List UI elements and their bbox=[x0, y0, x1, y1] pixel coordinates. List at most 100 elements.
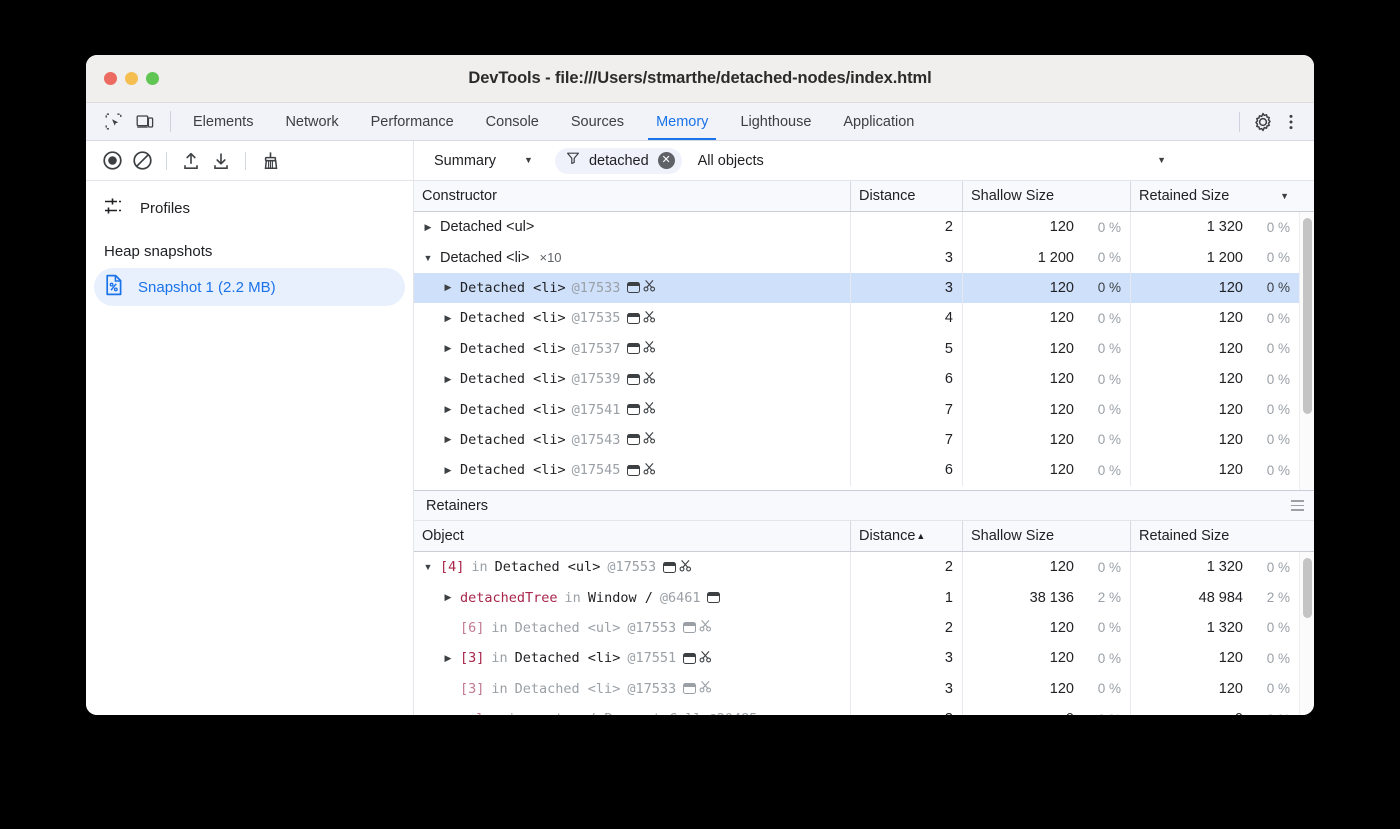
object-id: @17553 bbox=[607, 559, 656, 575]
column-header-constructor[interactable]: Constructor bbox=[414, 181, 851, 211]
maximize-window-button[interactable] bbox=[146, 72, 159, 85]
table-row[interactable]: ▶valueinsystem / PropertyCell@20485300 %… bbox=[414, 704, 1299, 715]
shallow-size-percent: 0 % bbox=[1074, 712, 1130, 715]
table-row[interactable]: ▶Detached <li>@1754561200 %1200 % bbox=[414, 455, 1299, 485]
filter-chip[interactable]: detached ✕ bbox=[555, 148, 682, 174]
object-id: @17545 bbox=[572, 462, 621, 478]
sidebar-item-profiles[interactable]: Profiles bbox=[86, 191, 413, 225]
view-select[interactable]: Summary ▼ bbox=[426, 148, 541, 174]
column-header-shallow-size[interactable]: Shallow Size bbox=[963, 181, 1131, 211]
upload-icon[interactable] bbox=[177, 147, 205, 175]
tab-sources[interactable]: Sources bbox=[555, 103, 640, 140]
tab-network[interactable]: Network bbox=[269, 103, 354, 140]
column-header-distance[interactable]: Distance ▲ bbox=[851, 521, 963, 551]
retainer-property: [6] bbox=[460, 620, 484, 636]
panel-tabs: Elements Network Performance Console Sou… bbox=[177, 103, 1231, 140]
minimize-window-button[interactable] bbox=[125, 72, 138, 85]
object-id: @17539 bbox=[572, 371, 621, 387]
clear-icon[interactable] bbox=[128, 147, 156, 175]
shallow-size-percent: 0 % bbox=[1074, 432, 1130, 447]
retained-size-value: 1 200 bbox=[1139, 250, 1243, 266]
table-row[interactable]: ▼[4]inDetached <ul>@1755321200 %1 3200 % bbox=[414, 552, 1299, 582]
distance-value: 3 bbox=[945, 650, 953, 666]
close-window-button[interactable] bbox=[104, 72, 117, 85]
table-row[interactable]: ▶Detached <li>@1754171200 %1200 % bbox=[414, 394, 1299, 424]
column-header-retained-size[interactable]: Retained Size bbox=[1131, 521, 1299, 551]
expand-triangle-icon[interactable]: ▶ bbox=[440, 434, 456, 445]
table-row[interactable]: ▶Detached <li>@1753331200 %1200 % bbox=[414, 273, 1299, 303]
table-row[interactable]: ▶Detached <li>@1754371200 %1200 % bbox=[414, 425, 1299, 455]
constructors-rows: ▶Detached <ul>21200 %1 3200 %▼Detached <… bbox=[414, 212, 1299, 490]
table-row[interactable]: ▶Detached <ul>21200 %1 3200 % bbox=[414, 212, 1299, 242]
column-header-distance[interactable]: Distance bbox=[851, 181, 963, 211]
cell-constructor: ▼Detached <li>×10 bbox=[414, 242, 851, 272]
sidebar-item-label: Profiles bbox=[140, 200, 190, 217]
table-row[interactable]: ▶detachedTreeinWindow /@6461138 1362 %48… bbox=[414, 582, 1299, 612]
devtools-window: DevTools - file:///Users/stmarthe/detach… bbox=[86, 55, 1314, 715]
expand-triangle-icon[interactable]: ▶ bbox=[440, 404, 456, 415]
retainer-class: Detached <ul> bbox=[495, 559, 601, 575]
column-header-retained-size[interactable]: Retained Size ▼ bbox=[1131, 181, 1299, 211]
expand-triangle-icon[interactable]: ▶ bbox=[440, 714, 456, 715]
expand-triangle-icon[interactable]: ▶ bbox=[440, 653, 456, 664]
tab-application[interactable]: Application bbox=[827, 103, 930, 140]
expand-triangle-icon[interactable]: ▶ bbox=[440, 374, 456, 385]
clear-filter-icon[interactable]: ✕ bbox=[658, 152, 675, 169]
expand-triangle-icon[interactable]: ▶ bbox=[440, 282, 456, 293]
cell-constructor: ▶Detached <li>@17543 bbox=[414, 425, 851, 455]
sidebar-item-snapshot-1[interactable]: Snapshot 1 (2.2 MB) bbox=[94, 268, 405, 306]
shallow-size-value: 38 136 bbox=[970, 590, 1074, 606]
gear-icon[interactable] bbox=[1250, 109, 1276, 135]
object-id: @17537 bbox=[572, 341, 621, 357]
hamburger-menu-icon[interactable] bbox=[1291, 500, 1304, 511]
shallow-size-percent: 0 % bbox=[1074, 681, 1130, 696]
retained-size-value: 0 bbox=[1139, 711, 1243, 715]
inspect-element-icon[interactable] bbox=[100, 109, 126, 135]
cell-constructor: ▶Detached <ul> bbox=[414, 212, 851, 242]
shallow-size-percent: 0 % bbox=[1074, 620, 1130, 635]
tab-memory[interactable]: Memory bbox=[640, 103, 724, 140]
expand-triangle-icon[interactable]: ▼ bbox=[420, 562, 436, 572]
retainers-scrollbar[interactable] bbox=[1299, 552, 1314, 715]
collect-garbage-broom-icon[interactable] bbox=[256, 147, 284, 175]
retainer-property: [3] bbox=[460, 681, 484, 697]
header-scroll-spacer bbox=[1299, 181, 1314, 211]
distance-value: 6 bbox=[945, 371, 953, 387]
tab-performance[interactable]: Performance bbox=[355, 103, 470, 140]
device-toolbar-icon[interactable] bbox=[132, 109, 158, 135]
shallow-size-value: 120 bbox=[970, 402, 1074, 418]
retainers-title-bar: Retainers bbox=[414, 491, 1314, 521]
column-header-object[interactable]: Object bbox=[414, 521, 851, 551]
filter-value: detached bbox=[589, 153, 649, 169]
scrollbar-thumb[interactable] bbox=[1303, 558, 1312, 618]
table-row[interactable]: ▶Detached <li>@1753751200 %1200 % bbox=[414, 334, 1299, 364]
table-row[interactable]: ▶Detached <li>@1753541200 %1200 % bbox=[414, 303, 1299, 333]
expand-triangle-icon[interactable]: ▶ bbox=[420, 222, 436, 233]
tab-console[interactable]: Console bbox=[470, 103, 555, 140]
window-traffic-lights bbox=[86, 72, 159, 85]
expand-triangle-icon[interactable]: ▼ bbox=[420, 253, 436, 263]
objects-select[interactable]: All objects ▼ bbox=[698, 153, 1314, 169]
shallow-size-percent: 0 % bbox=[1074, 651, 1130, 666]
expand-triangle-icon[interactable]: ▶ bbox=[440, 313, 456, 324]
constructors-scrollbar[interactable] bbox=[1299, 212, 1314, 490]
shallow-size-percent: 0 % bbox=[1074, 280, 1130, 295]
scrollbar-thumb[interactable] bbox=[1303, 218, 1312, 414]
tab-lighthouse[interactable]: Lighthouse bbox=[724, 103, 827, 140]
table-row[interactable]: ▶[6]inDetached <ul>@1755321200 %1 3200 % bbox=[414, 613, 1299, 643]
expand-triangle-icon[interactable]: ▶ bbox=[440, 465, 456, 476]
table-row[interactable]: ▶[3]inDetached <li>@1755131200 %1200 % bbox=[414, 643, 1299, 673]
download-icon[interactable] bbox=[207, 147, 235, 175]
column-header-shallow-size[interactable]: Shallow Size bbox=[963, 521, 1131, 551]
tab-elements[interactable]: Elements bbox=[177, 103, 269, 140]
retainer-property: detachedTree bbox=[460, 590, 558, 606]
retained-size-value: 48 984 bbox=[1139, 590, 1243, 606]
table-row[interactable]: ▶[3]inDetached <li>@1753331200 %1200 % bbox=[414, 674, 1299, 704]
table-row[interactable]: ▼Detached <li>×1031 2000 %1 2000 % bbox=[414, 242, 1299, 272]
record-icon[interactable] bbox=[98, 147, 126, 175]
table-row[interactable]: ▶Detached <li>@1753961200 %1200 % bbox=[414, 364, 1299, 394]
more-vertical-icon[interactable] bbox=[1278, 109, 1304, 135]
expand-triangle-icon[interactable]: ▶ bbox=[440, 343, 456, 354]
expand-triangle-icon[interactable]: ▶ bbox=[440, 592, 456, 603]
distance-value: 7 bbox=[945, 432, 953, 448]
